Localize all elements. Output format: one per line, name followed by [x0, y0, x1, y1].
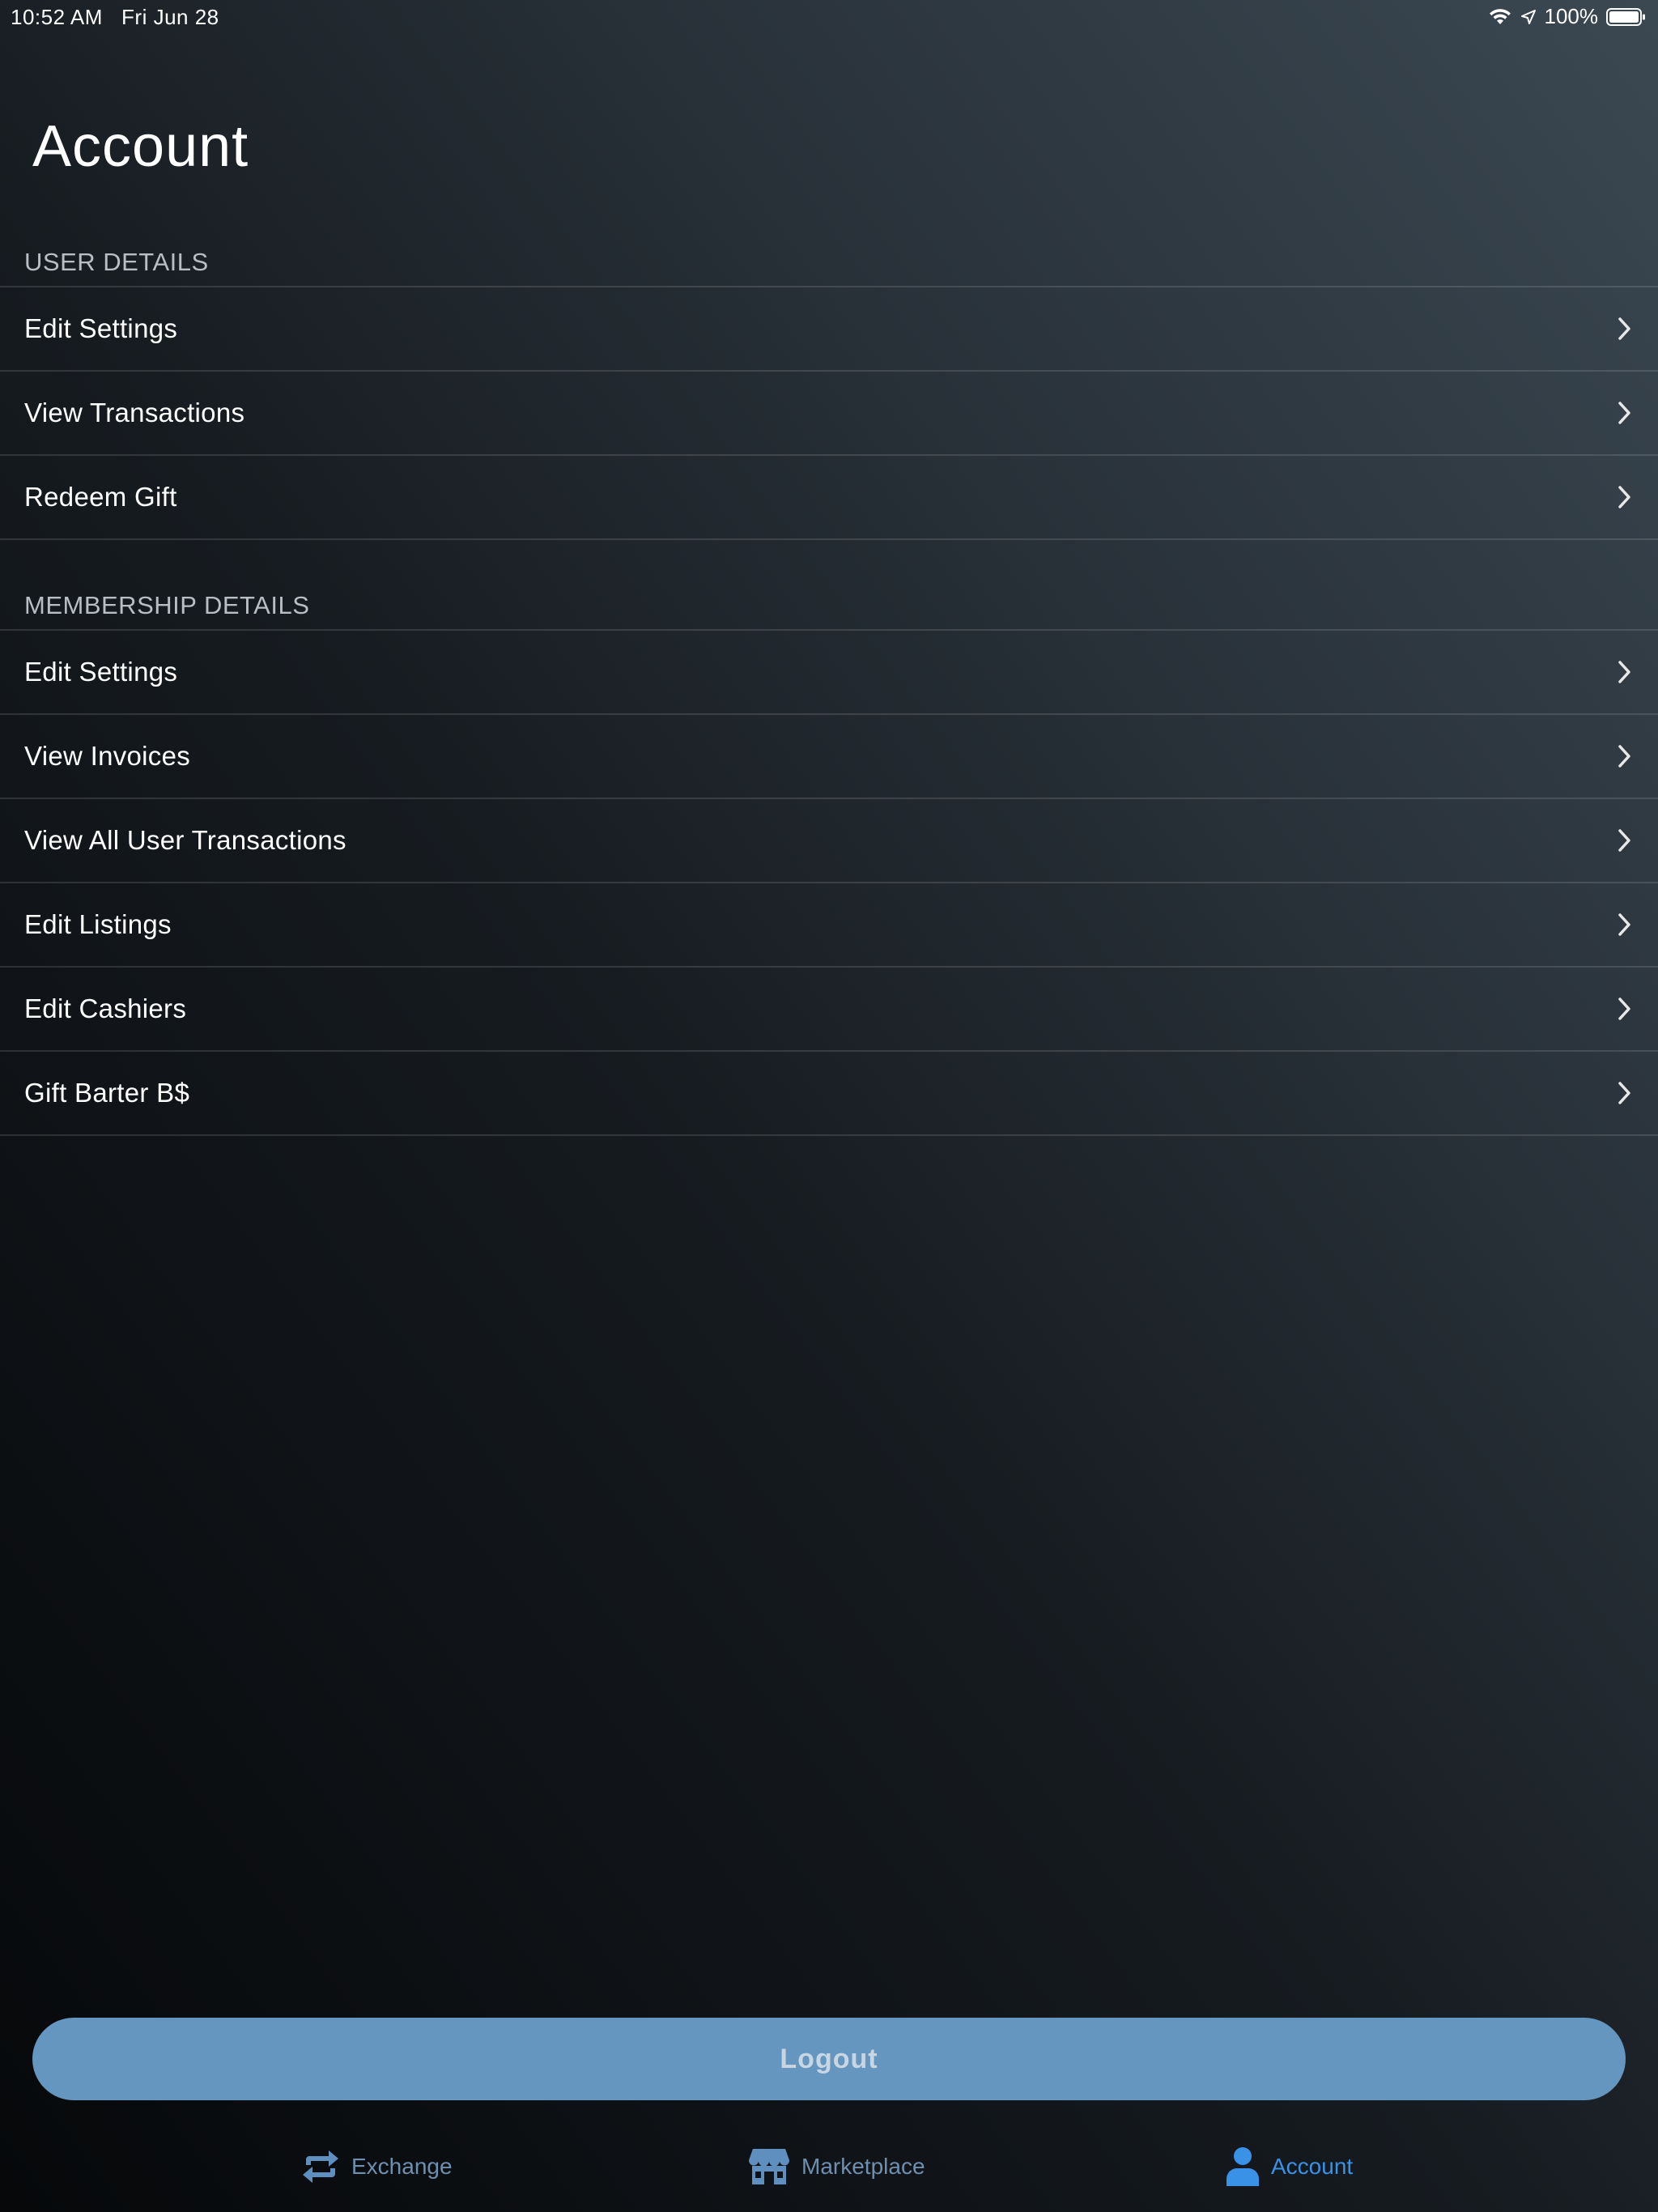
chevron-right-icon — [1618, 402, 1630, 424]
wifi-icon — [1489, 8, 1511, 24]
tab-bar: Exchange Marketplace Account — [0, 2121, 1658, 2212]
store-icon — [748, 2149, 790, 2184]
tab-label: Exchange — [351, 2154, 453, 2179]
tab-label: Account — [1271, 2154, 1354, 2179]
membership-details-list: Edit Settings View Invoices View All Use… — [0, 629, 1658, 1136]
chevron-right-icon — [1618, 745, 1630, 768]
page-title: Account — [32, 114, 249, 179]
chevron-right-icon — [1618, 913, 1630, 936]
row-gift-barter[interactable]: Gift Barter B$ — [0, 1052, 1658, 1136]
person-icon — [1226, 2147, 1259, 2186]
battery-percent: 100% — [1544, 4, 1599, 28]
status-date: Fri Jun 28 — [121, 5, 219, 29]
chevron-right-icon — [1618, 998, 1630, 1020]
tab-account[interactable]: Account — [1226, 2121, 1353, 2212]
row-label: Edit Settings — [24, 657, 178, 687]
chevron-right-icon — [1618, 661, 1630, 683]
status-time: 10:52 AM Fri Jun 28 — [11, 5, 219, 30]
tab-exchange[interactable]: Exchange — [301, 2121, 453, 2212]
row-edit-cashiers[interactable]: Edit Cashiers — [0, 968, 1658, 1052]
row-label: Edit Cashiers — [24, 993, 187, 1023]
row-label: View Invoices — [24, 741, 191, 771]
section-header-membership-details: MEMBERSHIP DETAILS — [24, 591, 310, 619]
status-clock: 10:52 AM — [11, 5, 103, 29]
row-label: View Transactions — [24, 398, 245, 428]
logout-label: Logout — [780, 2043, 878, 2074]
row-label: View All User Transactions — [24, 825, 346, 855]
row-redeem-gift[interactable]: Redeem Gift — [0, 456, 1658, 540]
logout-button[interactable]: Logout — [32, 2018, 1626, 2100]
row-label: Edit Settings — [24, 313, 178, 343]
status-indicators: 100% — [1488, 4, 1647, 29]
row-edit-listings[interactable]: Edit Listings — [0, 883, 1658, 968]
row-label: Gift Barter B$ — [24, 1078, 190, 1108]
chevron-right-icon — [1618, 486, 1630, 508]
tab-marketplace[interactable]: Marketplace — [748, 2121, 925, 2212]
row-label: Edit Listings — [24, 909, 172, 939]
chevron-right-icon — [1618, 317, 1630, 340]
row-label: Redeem Gift — [24, 482, 177, 512]
user-details-list: Edit Settings View Transactions Redeem G… — [0, 286, 1658, 540]
battery-icon — [1606, 7, 1645, 26]
row-view-invoices[interactable]: View Invoices — [0, 715, 1658, 799]
status-bar: 10:52 AM Fri Jun 28 100% — [0, 0, 1658, 36]
row-membership-edit-settings[interactable]: Edit Settings — [0, 631, 1658, 715]
tab-label: Marketplace — [801, 2154, 925, 2179]
chevron-right-icon — [1618, 1082, 1630, 1104]
location-arrow-icon — [1520, 9, 1536, 24]
row-view-transactions[interactable]: View Transactions — [0, 372, 1658, 456]
row-view-all-user-transactions[interactable]: View All User Transactions — [0, 799, 1658, 883]
exchange-icon — [303, 2150, 338, 2183]
chevron-right-icon — [1618, 829, 1630, 852]
section-header-user-details: USER DETAILS — [24, 248, 209, 276]
row-edit-settings[interactable]: Edit Settings — [0, 287, 1658, 372]
